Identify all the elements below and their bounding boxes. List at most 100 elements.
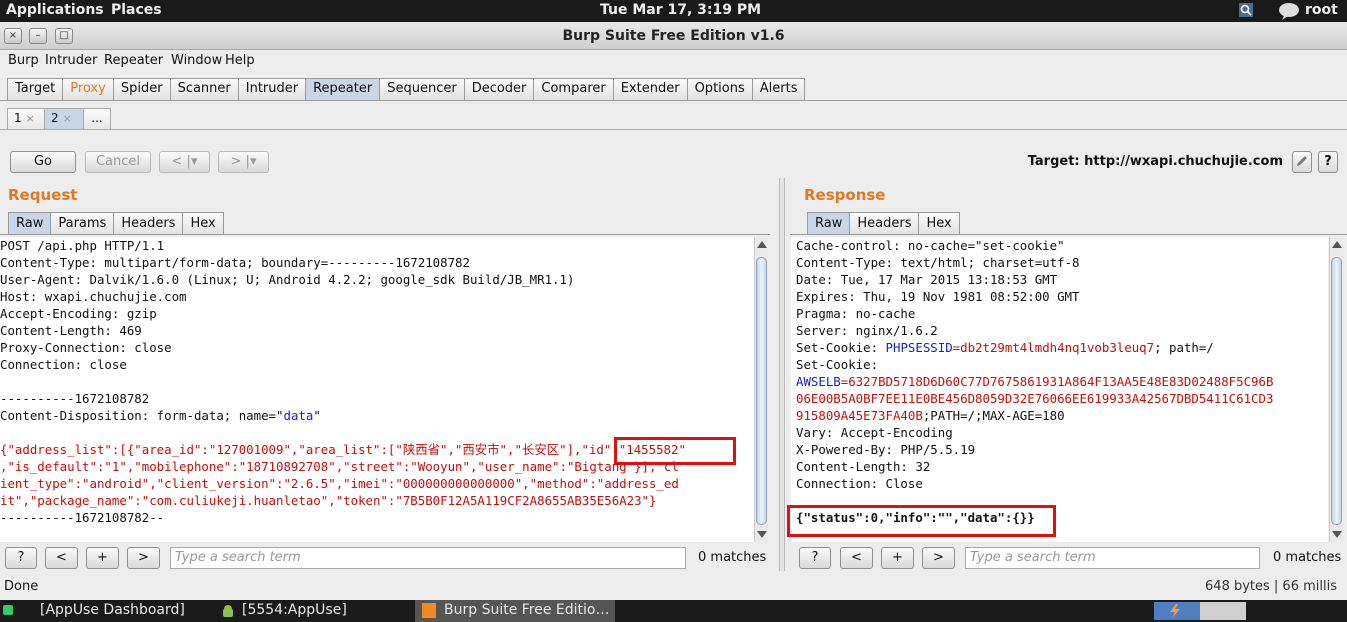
response-scrollbar[interactable] [1329,237,1343,542]
menu-help[interactable]: Help [225,53,255,68]
request-search-add-button[interactable]: + [86,547,119,569]
response-token: AWSELB [796,374,841,389]
applications-menu[interactable]: Applications [6,2,104,18]
request-editor[interactable]: POST /api.php HTTP/1.1 Content-Type: mult… [0,237,754,542]
burp-icon [422,603,436,618]
taskbar-item-label: [5554:AppUse] [242,602,347,618]
menu-window[interactable]: Window [171,53,222,68]
request-scrollbar[interactable] [754,237,768,542]
response-line: Server: nginx/1.6.2 [796,322,1328,339]
request-search-help-button[interactable]: ? [5,547,37,569]
response-token: Server: nginx/1.6.2 [796,323,938,338]
response-line: Cache-control: no-cache="set-cookie" [796,237,1328,254]
tab-repeater[interactable]: Repeater [305,78,381,100]
split-pane-divider[interactable] [779,178,785,571]
workspace-switcher[interactable] [1154,602,1200,620]
response-token: PHPSESSID [885,340,953,355]
tab-decoder[interactable]: Decoder [463,78,535,100]
scroll-up-icon[interactable] [1332,241,1342,248]
places-menu[interactable]: Places [111,2,162,18]
search-icon[interactable] [1238,2,1254,22]
request-tab-headers[interactable]: Headers [113,212,184,235]
main-tabs: Target Proxy Spider Scanner Intruder Rep… [7,78,806,100]
response-line: Set-Cookie: [796,356,1328,373]
main-tabs-divider [0,100,1347,101]
menu-burp[interactable]: Burp [8,53,39,68]
back-button[interactable]: < |▾ [159,151,210,173]
response-line: Set-Cookie: PHPSESSID=db2t29mt4lmdh4nq1v… [796,339,1328,356]
tab-scanner[interactable]: Scanner [169,78,239,100]
scroll-up-icon[interactable] [757,241,767,248]
close-tab-icon[interactable]: × [63,112,72,125]
request-tab-params[interactable]: Params [50,212,115,235]
pencil-icon [1295,156,1309,172]
request-token: ----------1672108782-- [0,510,165,525]
go-button[interactable]: Go [10,151,76,173]
tab-proxy[interactable]: Proxy [62,78,114,100]
request-title: Request [8,186,78,204]
response-line: Vary: Accept-Encoding [796,424,1328,441]
menu-repeater[interactable]: Repeater [104,53,163,68]
request-token: Accept-Encoding: gzip [0,306,157,321]
help-button[interactable]: ? [1318,151,1338,173]
response-search-input[interactable]: Type a search term [965,547,1260,569]
scroll-thumb[interactable] [1331,257,1342,525]
response-token: Content-Type: text/html; charset=utf-8 [796,255,1080,270]
response-stats: 648 bytes | 66 millis [1205,579,1337,594]
request-token: Content-Disposition: form-data; name=" [0,408,284,423]
user-icon[interactable] [1278,2,1300,24]
response-token: Expires: Thu, 19 Nov 1981 08:52:00 GMT [796,289,1080,304]
request-token: it","package_name":"com.culiukeji.huanle… [0,493,657,508]
tab-comparer[interactable]: Comparer [533,78,614,100]
scroll-thumb[interactable] [756,257,767,525]
new-repeater-tab[interactable]: ... [83,108,111,130]
response-search-prev-button[interactable]: < [840,547,873,569]
close-tab-icon[interactable]: × [26,112,35,125]
response-tab-headers[interactable]: Headers [849,212,920,235]
repeater-tab-2[interactable]: 2 × [44,108,84,130]
workspace-2[interactable] [1200,602,1246,620]
scroll-down-icon[interactable] [1332,531,1342,538]
tab-sequencer[interactable]: Sequencer [379,78,465,100]
request-tab-hex[interactable]: Hex [182,212,224,235]
response-editor[interactable]: Cache-control: no-cache="set-cookie" Cont… [791,237,1328,542]
request-search-input[interactable]: Type a search term [170,547,686,569]
response-search-add-button[interactable]: + [881,547,914,569]
edit-target-button[interactable] [1292,151,1312,173]
request-line: ----------1672108782 [0,390,754,407]
menu-intruder[interactable]: Intruder [45,53,97,68]
taskbar-item-appuse[interactable]: [5554:AppUse] [215,600,411,622]
request-search-matches: 0 matches [698,550,767,565]
response-line: Expires: Thu, 19 Nov 1981 08:52:00 GMT [796,288,1328,305]
tab-intruder[interactable]: Intruder [237,78,307,100]
response-tab-hex[interactable]: Hex [918,212,960,235]
response-token: Pragma: no-cache [796,306,916,321]
tab-target[interactable]: Target [7,78,64,100]
scroll-down-icon[interactable] [757,531,767,538]
response-token: =db2t29mt4lmdh4nq1vob3leuq7 [952,340,1155,355]
taskbar-item-burp[interactable]: Burp Suite Free Editio… [415,600,615,622]
response-search-next-button[interactable]: > [922,547,955,569]
response-tab-raw[interactable]: Raw [807,212,851,235]
user-name[interactable]: root [1305,2,1338,18]
taskbar-item-appuse-dashboard[interactable]: [AppUse Dashboard] [0,600,205,622]
tab-options[interactable]: Options [686,78,753,100]
tab-extender[interactable]: Extender [612,78,688,100]
request-search-prev-button[interactable]: < [45,547,78,569]
request-tab-raw[interactable]: Raw [8,212,52,235]
response-search-help-button[interactable]: ? [799,547,831,569]
request-line: POST /api.php HTTP/1.1 [0,237,754,254]
tab-spider[interactable]: Spider [112,78,171,100]
repeater-tab-1[interactable]: 1 × [7,108,45,130]
clock[interactable]: Tue Mar 17, 3:19 PM [600,2,761,18]
tab-alerts[interactable]: Alerts [751,78,806,100]
cancel-button[interactable]: Cancel [85,151,151,173]
request-search-next-button[interactable]: > [127,547,160,569]
response-title: Response [804,186,886,204]
response-tabs-divider [790,234,1347,235]
repeater-tabs: 1 × 2 × ... [7,108,111,130]
request-line: Content-Length: 469 [0,322,754,339]
response-token: 915809A45E73FA40B [796,408,923,423]
status-text: Done [4,579,39,594]
forward-button[interactable]: > |▾ [218,151,269,173]
